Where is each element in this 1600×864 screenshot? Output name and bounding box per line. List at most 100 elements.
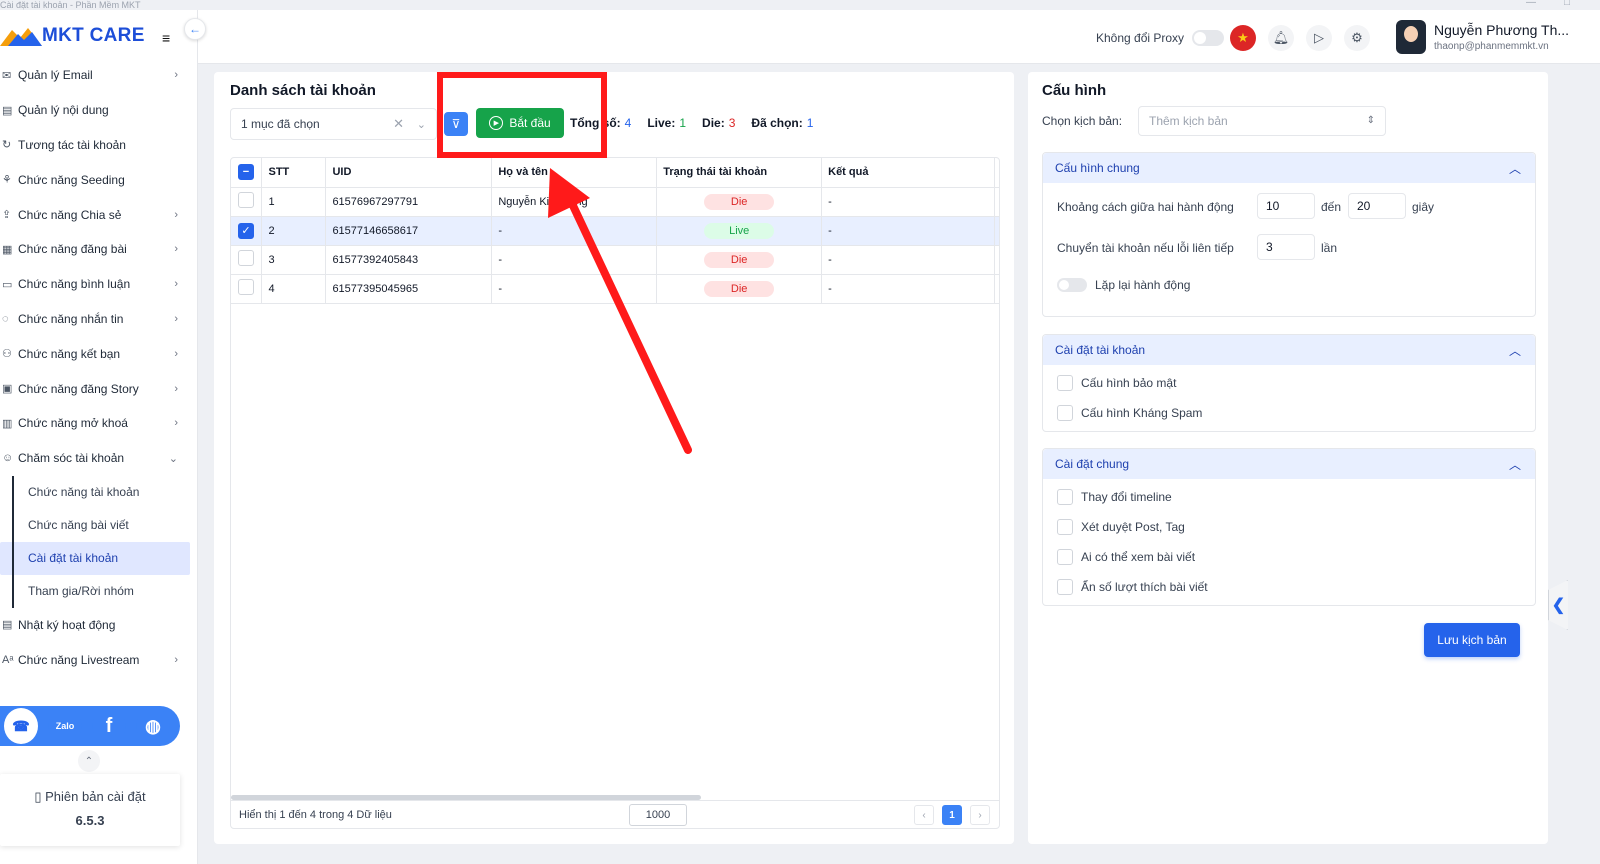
sidebar-item-add-friend[interactable]: ⚇ Chức năng kết bạn › [0, 336, 198, 371]
chevron-down-icon: ⌄ [168, 452, 178, 465]
switch-count-input[interactable]: 3 [1257, 234, 1315, 260]
proxy-label: Không đổi Proxy [1096, 31, 1185, 45]
logo-text: MKT CARE [42, 25, 145, 46]
next-page-button[interactable]: › [970, 805, 990, 825]
sidebar-item-share[interactable]: ⇪ Chức năng Chia sẻ › [0, 197, 198, 232]
column-h[interactable]: H [994, 158, 999, 188]
facebook-icon[interactable]: f [92, 708, 126, 744]
vietnam-flag-icon[interactable]: ★ [1230, 25, 1256, 51]
sidebar-item-message[interactable]: ◌ Chức năng nhắn tin › [0, 302, 198, 337]
chevron-up-icon[interactable]: ⌃ [78, 750, 100, 772]
play-icon[interactable]: ▷ [1306, 25, 1332, 51]
support-icon[interactable]: ☎ [4, 708, 38, 744]
table-row[interactable]: 4 61577395045965 - Die - - [231, 274, 999, 304]
column-stt[interactable]: STT [261, 158, 327, 188]
change-timeline-checkbox[interactable]: Thay đổi timeline [1057, 489, 1172, 505]
repeat-action-toggle[interactable] [1057, 278, 1087, 292]
selection-dropdown[interactable]: 1 mục đã chọn ✕ ⌄ [230, 108, 437, 140]
post-visibility-checkbox[interactable]: Ai có thể xem bài viết [1057, 549, 1195, 565]
gear-icon[interactable]: ⚙ [1344, 25, 1370, 51]
column-result[interactable]: Kết quả [821, 158, 995, 188]
sidebar-subitem-join-leave-group[interactable]: Tham gia/Rời nhóm [0, 574, 198, 608]
interval-to-input[interactable]: 20 [1348, 193, 1406, 219]
row-checkbox[interactable] [238, 192, 254, 208]
select-all-checkbox[interactable]: − [231, 158, 263, 188]
sidebar-item-story[interactable]: ▣ Chức năng đăng Story › [0, 371, 198, 406]
sidebar-item-seeding[interactable]: ⚘ Chức năng Seeding [0, 162, 198, 197]
livestream-icon: Aᵃ [2, 653, 14, 666]
window-controls: — □ [1526, 0, 1570, 8]
chevron-right-icon: › [174, 347, 178, 360]
maximize-icon[interactable]: □ [1564, 0, 1570, 8]
sidebar-item-post[interactable]: ▦ Chức năng đăng bài › [0, 232, 198, 267]
chevron-up-icon: ︿ [1508, 343, 1521, 358]
message-icon: ◌ [2, 312, 9, 325]
column-name[interactable]: Họ và tên [491, 158, 658, 188]
stat-live: Live: 1 [647, 116, 687, 130]
row-checkbox[interactable] [238, 279, 254, 295]
proxy-toggle[interactable] [1192, 30, 1225, 46]
script-select[interactable]: Thêm kịch bản ⇕ [1138, 106, 1386, 136]
sidebar-item-activity-log[interactable]: ▤ Nhật ký hoạt động [0, 608, 198, 643]
version-label: Phiên bản cài đặt [45, 789, 146, 804]
chevron-right-icon: › [174, 278, 178, 291]
collapse-sidebar-button[interactable]: ← [184, 18, 206, 40]
hide-like-count-checkbox[interactable]: Ẩn số lượt thích bài viết [1057, 579, 1208, 595]
row-checkbox[interactable] [238, 250, 254, 266]
sidebar-item-email[interactable]: ✉ Quản lý Email › [0, 58, 198, 93]
table-row[interactable]: 1 61576967297791 Nguyễn Kim Hằng Die - - [231, 187, 999, 217]
column-status[interactable]: Trạng thái tài khoản [656, 158, 823, 188]
stat-selected: Đã chọn: 1 [751, 116, 814, 130]
general-config-header[interactable]: Cấu hình chung ︿ [1043, 153, 1535, 183]
sidebar-item-livestream[interactable]: Aᵃ Chức năng Livestream › [0, 642, 198, 677]
menu-icon[interactable]: ≡ [162, 30, 170, 46]
security-config-checkbox[interactable]: Cấu hình bảo mật [1057, 375, 1176, 391]
select-arrows-icon: ⇕ [1366, 115, 1375, 126]
prev-page-button[interactable]: ‹ [914, 805, 934, 825]
sidebar-item-comment[interactable]: ▭ Chức năng bình luận › [0, 267, 198, 302]
globe-icon[interactable]: ◍ [136, 708, 170, 744]
proxy-toggle-group: Không đổi Proxy [1096, 30, 1225, 46]
bell-icon[interactable]: 🔔︎ [1268, 25, 1294, 51]
seconds-label: giây [1412, 200, 1435, 214]
user-profile[interactable]: Nguyễn Phương Th... thaonp@phanmemmkt.vn [1396, 20, 1569, 54]
interval-from-input[interactable]: 10 [1257, 193, 1315, 219]
user-email: thaonp@phanmemmkt.vn [1434, 41, 1549, 52]
expand-panel-tab[interactable]: ❮ [1548, 580, 1568, 630]
anti-spam-checkbox[interactable]: Cấu hình Kháng Spam [1057, 405, 1202, 421]
sidebar-item-content[interactable]: ▤ Quản lý nội dung [0, 93, 198, 128]
seeding-icon: ⚘ [2, 174, 12, 187]
page-title: Danh sách tài khoản [230, 82, 376, 99]
page-number-button[interactable]: 1 [942, 805, 962, 825]
version-number: 6.5.3 [75, 813, 105, 828]
common-settings-header[interactable]: Cài đặt chung ︿ [1043, 449, 1535, 479]
sidebar-subitem-account-settings[interactable]: Cài đặt tài khoản [0, 541, 190, 575]
sidebar-item-unlock[interactable]: ▥ Chức năng mở khoá › [0, 406, 198, 441]
row-checkbox[interactable]: ✓ [238, 222, 254, 239]
config-panel: Cấu hình Chọn kịch bản: Thêm kịch bản ⇕ … [1028, 72, 1548, 844]
table-row[interactable]: ✓ 2 61577146658617 - Live - - [231, 216, 999, 246]
version-icon: ▯ [34, 789, 46, 804]
column-uid[interactable]: UID [325, 158, 493, 188]
config-title: Cấu hình [1042, 82, 1107, 99]
sidebar-item-interact[interactable]: ↻ Tương tác tài khoản [0, 128, 198, 163]
clear-icon[interactable]: ✕ [393, 116, 404, 132]
general-config-section: Cấu hình chung ︿ Khoảng cách giữa hai hà… [1042, 152, 1536, 317]
status-badge: Die [704, 193, 775, 210]
sidebar-subitem-account-functions[interactable]: Chức năng tài khoản [0, 475, 198, 509]
table-row[interactable]: 3 61577392405843 - Die - - [231, 245, 999, 275]
sidebar-subitem-post-functions[interactable]: Chức năng bài viết [0, 508, 198, 542]
sidebar-item-care[interactable]: ☺ Chăm sóc tài khoản ⌄ [0, 441, 198, 476]
save-script-button[interactable]: Lưu kịch bản [1424, 623, 1520, 657]
page-size-input[interactable]: 1000 [629, 804, 687, 826]
minimize-icon[interactable]: — [1526, 0, 1536, 8]
logo-icon [0, 28, 42, 46]
zalo-icon[interactable]: Zalo [48, 708, 82, 744]
account-settings-header[interactable]: Cài đặt tài khoản ︿ [1043, 335, 1535, 365]
common-settings-section: Cài đặt chung ︿ Thay đổi timeline Xét du… [1042, 448, 1536, 606]
version-card: ▯ Phiên bản cài đặt 6.5.3 [0, 774, 180, 846]
account-list-panel: Danh sách tài khoản 1 mục đã chọn ✕ ⌄ ⊽ … [214, 72, 1014, 844]
review-post-tag-checkbox[interactable]: Xét duyệt Post, Tag [1057, 519, 1185, 535]
post-icon: ▦ [2, 243, 13, 256]
unlock-icon: ▥ [2, 417, 13, 430]
